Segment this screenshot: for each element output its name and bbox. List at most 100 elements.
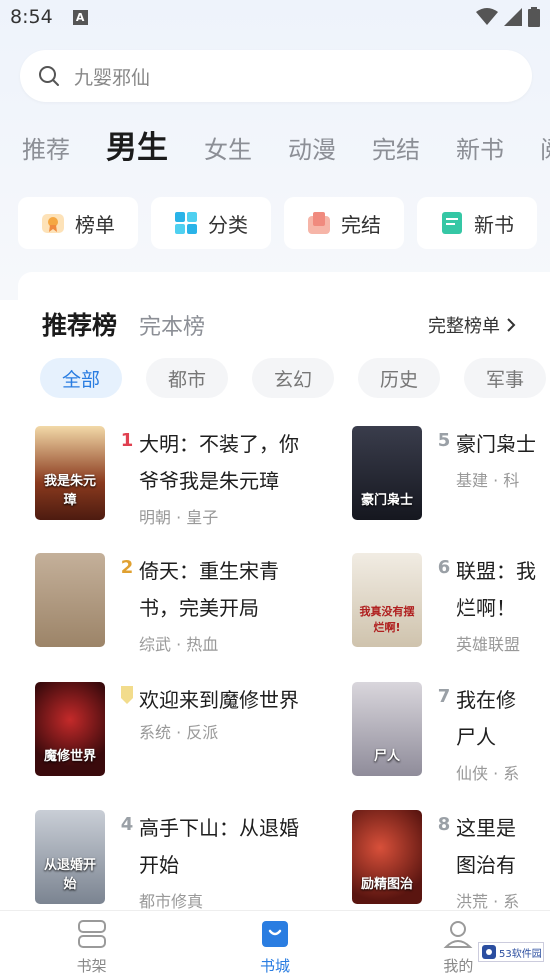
book-title-line: 开始 [139,853,179,877]
quick-link-ranking[interactable]: 榜单 [18,197,138,249]
nav-bookshelf[interactable]: 书架 [0,911,183,980]
book-cover: 我真没有摆烂啊! [352,553,422,647]
book-tags: 英雄联盟 [456,635,521,654]
tab-anime[interactable]: 动漫 [288,138,336,172]
bottom-nav: 书架 书城 我的 [0,910,550,980]
search-bar[interactable]: 九婴邪仙 [20,50,532,102]
notification-icon: A [72,9,88,25]
full-list-label: 完整榜单 [428,316,500,337]
search-icon [39,66,59,86]
book-tags: 系统 · 反派 [139,723,219,742]
book-cover: 豪门枭士 [352,426,422,520]
watermark-text: 53软件园 [499,948,542,960]
quick-link-label: 完结 [341,212,381,237]
cover-title: 从退婚开始 [43,858,96,892]
ranking-panel: 推荐榜 完本榜 完整榜单 全部 都市 玄幻 历史 军事 我是朱元璋 1 大明：不… [18,272,550,912]
rank-number: 5 [437,430,451,451]
tab-male[interactable]: 男生 [106,133,168,172]
book-cover: 励精图治 [352,810,422,904]
quick-link-new-books[interactable]: 新书 [417,197,537,249]
search-placeholder: 九婴邪仙 [74,66,151,89]
book-title-line: 我在修 [456,688,516,712]
book-info: 欢迎来到魔修世界 系统 · 反派 [139,682,319,776]
nav-label: 书城 [259,957,290,975]
nav-label: 书架 [76,957,107,975]
chevron-right-icon [507,318,516,332]
bookshelf-icon [77,920,106,948]
ranking-icon [41,211,65,235]
book-info: 联盟：我 烂啊！ 英雄联盟 [456,553,546,655]
book-title-line: 尸人 [456,725,496,749]
tab-recommend-ranking[interactable]: 推荐榜 [42,306,117,342]
medal-icon [121,686,133,704]
book-title-line: 这里是 [456,816,516,840]
tab-recommend[interactable]: 推荐 [22,138,70,172]
quick-link-category[interactable]: 分类 [151,197,271,249]
chip-urban[interactable]: 都市 [146,358,228,398]
book-item[interactable]: 魔修世界 欢迎来到魔修世界 系统 · 反派 [35,682,319,776]
watermark-logo-icon [482,945,496,959]
battery-icon [528,7,540,27]
book-info: 高手下山：从退婚 开始 都市修真 [139,810,319,912]
signal-icon [504,8,522,26]
category-icon [174,211,198,235]
book-tags: 综武 · 热血 [139,635,219,654]
chip-military[interactable]: 军事 [464,358,546,398]
genre-chips: 全部 都市 玄幻 历史 军事 [40,358,546,398]
status-bar: 8:54 A [0,0,550,34]
profile-icon [443,921,473,948]
rank-number: 7 [437,686,451,707]
channel-tabs: 推荐 男生 女生 动漫 完结 新书 阅 [22,126,550,172]
nav-bookstore[interactable]: 书城 [183,911,366,980]
rank-number: 8 [437,814,451,835]
book-item[interactable]: 我是朱元璋 1 大明：不装了，你 爷爷我是朱元璋 明朝 · 皇子 [35,426,319,528]
book-title-line: 图治有 [456,853,516,877]
tab-completed[interactable]: 完结 [372,138,420,172]
chip-fantasy[interactable]: 玄幻 [252,358,334,398]
cover-title: 励精图治 [360,877,413,892]
cover-title: 尸人 [373,749,400,764]
book-item[interactable]: 豪门枭士 5 豪门枭士 基建 · 科 [352,426,546,520]
book-info: 这里是 图治有 洪荒 · 系 [456,810,546,912]
book-tags: 基建 · 科 [456,471,520,490]
book-tags: 洪荒 · 系 [456,892,520,911]
book-title-line: 烂啊！ [456,596,516,620]
book-info: 豪门枭士 基建 · 科 [456,426,546,520]
rank-number: 1 [120,430,134,451]
book-cover [35,553,105,647]
tab-new-books[interactable]: 新书 [456,138,504,172]
book-item[interactable]: 2 倚天：重生宋青 书，完美开局 综武 · 热血 [35,553,319,655]
ranking-tabs: 推荐榜 完本榜 [42,306,205,342]
book-tags: 仙侠 · 系 [456,764,520,783]
chip-all[interactable]: 全部 [40,358,122,398]
book-info: 倚天：重生宋青 书，完美开局 综武 · 热血 [139,553,319,655]
book-item[interactable]: 尸人 7 我在修 尸人 仙侠 · 系 [352,682,546,784]
book-cover: 从退婚开始 [35,810,105,904]
chip-history[interactable]: 历史 [358,358,440,398]
rank-number: 6 [437,557,451,578]
quick-link-label: 榜单 [75,212,115,237]
nav-label: 我的 [443,957,474,975]
rank-number: 2 [120,557,134,578]
completed-book-icon [307,211,331,235]
quick-links: 榜单 分类 完结 新书 [18,197,537,249]
full-list-link[interactable]: 完整榜单 [428,312,516,338]
tab-read[interactable]: 阅 [540,138,550,172]
rank-medal [115,686,139,776]
tab-completed-ranking[interactable]: 完本榜 [139,309,205,341]
tab-female[interactable]: 女生 [204,138,252,172]
wifi-icon [476,8,498,25]
watermark-badge: 53软件园 [478,942,544,962]
book-cover: 尸人 [352,682,422,776]
book-item[interactable]: 励精图治 8 这里是 图治有 洪荒 · 系 [352,810,546,912]
book-title-line: 书，完美开局 [139,596,259,620]
new-book-icon [440,211,464,235]
book-item[interactable]: 从退婚开始 4 高手下山：从退婚 开始 都市修真 [35,810,319,912]
book-title-line: 高手下山：从退婚 [139,816,299,840]
rank-number: 4 [120,814,134,835]
quick-link-label: 新书 [474,212,514,237]
book-item[interactable]: 我真没有摆烂啊! 6 联盟：我 烂啊！ 英雄联盟 [352,553,546,655]
quick-link-completed[interactable]: 完结 [284,197,404,249]
bookstore-icon [261,921,288,947]
status-time: 8:54 [10,6,53,28]
